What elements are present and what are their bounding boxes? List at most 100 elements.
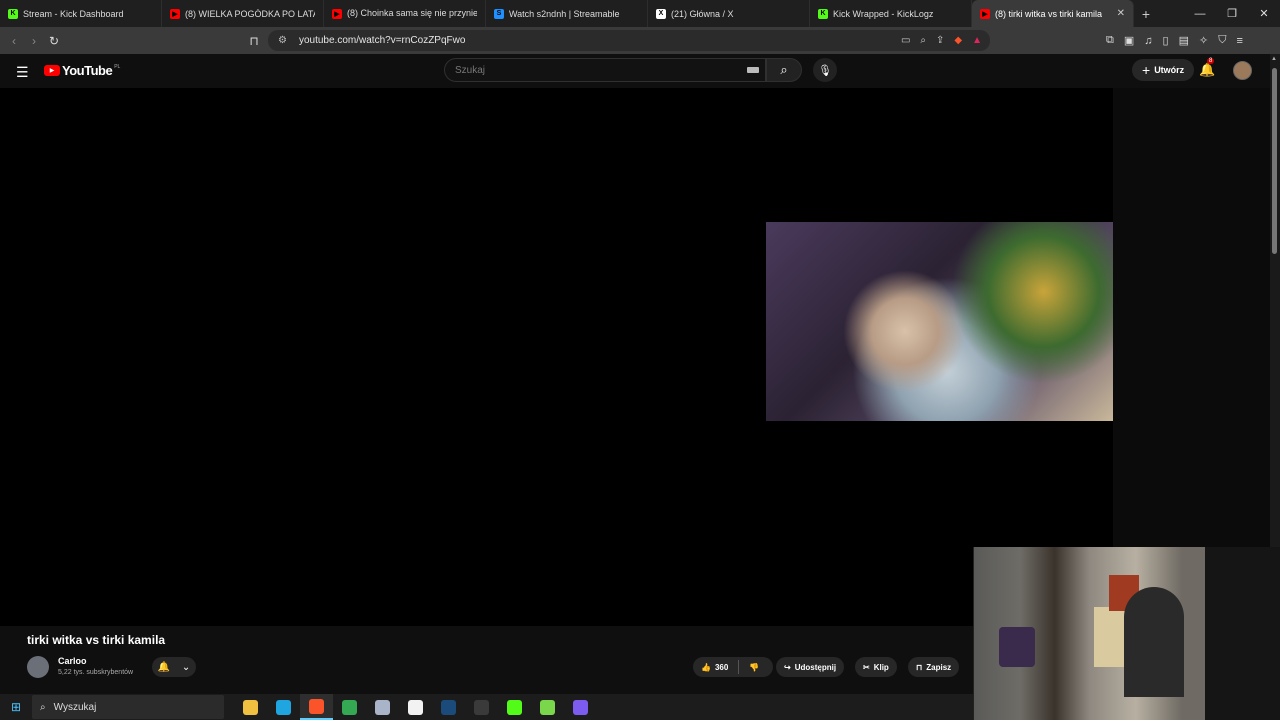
obs-icon[interactable] xyxy=(465,694,498,720)
zoom-icon[interactable]: ⌕ xyxy=(920,35,926,46)
browser-tab[interactable]: X (21) Główna / X xyxy=(648,0,810,27)
browser-tab[interactable]: ▶ (8) tirki witka vs tirki kamila ✕ xyxy=(972,0,1134,27)
tab-favicon-icon: ▶ xyxy=(980,8,990,19)
browser-tab[interactable]: S Watch s2ndnh | Streamable xyxy=(486,0,648,27)
app-glyph xyxy=(309,698,324,714)
search-icon: ⌕ xyxy=(40,701,46,713)
bell-icon: 🔔 xyxy=(1199,62,1216,77)
search-input[interactable]: Szukaj xyxy=(444,58,766,82)
sidebar-icon[interactable]: ▯ xyxy=(1163,34,1169,47)
video-title: tirki witka vs tirki kamila xyxy=(27,633,166,647)
menu-icon[interactable]: ≡ xyxy=(1236,35,1242,47)
steam-icon[interactable] xyxy=(432,694,465,720)
keyboard-icon[interactable] xyxy=(747,67,759,73)
browser-tab[interactable]: K Kick Wrapped - KickLogz xyxy=(810,0,972,27)
restore-icon[interactable]: ❐ xyxy=(1216,0,1248,27)
site-info-icon[interactable]: ⚙ xyxy=(278,35,287,46)
microphone-icon: 🎙 xyxy=(818,64,832,77)
address-toolbar: ‹ › ↻ ⊓ ⚙ youtube.com/watch?v=rnCozZPqFw… xyxy=(0,27,1280,54)
back-icon[interactable]: ‹ xyxy=(4,31,24,51)
new-tab-button[interactable]: + xyxy=(1134,6,1158,22)
divider xyxy=(738,660,740,674)
tab-label: (8) tirki witka vs tirki kamila xyxy=(995,8,1103,19)
clip-button[interactable]: ✂ Klip xyxy=(855,657,897,677)
browser-tab[interactable]: K Stream - Kick Dashboard xyxy=(0,0,162,27)
tab-favicon-icon: K xyxy=(818,8,828,19)
create-button[interactable]: + Utwórz xyxy=(1132,59,1195,81)
discord-icon[interactable] xyxy=(564,694,597,720)
scrollbar-thumb[interactable] xyxy=(1272,68,1277,254)
guide-menu-icon[interactable]: ☰ xyxy=(16,64,29,81)
windows-taskbar: ⊞ ⌕ Wyszukaj xyxy=(0,694,973,720)
bookmark-icon[interactable]: ⊓ xyxy=(244,31,264,51)
notifications-button[interactable]: 🔔 8 xyxy=(1199,58,1216,78)
url-bar[interactable]: ⚙ youtube.com/watch?v=rnCozZPqFwo ▭ ⌕ ⇪ … xyxy=(268,30,990,51)
tab-favicon-icon: K xyxy=(8,8,18,19)
app-glyph xyxy=(243,699,258,715)
reload-icon[interactable]: ↻ xyxy=(44,31,64,51)
search-button[interactable]: ⌕ xyxy=(766,58,802,82)
tab-favicon-icon: ▶ xyxy=(332,8,342,19)
dislike-button[interactable]: 👎 xyxy=(749,663,759,672)
edge-icon[interactable] xyxy=(267,694,300,720)
channel-avatar[interactable] xyxy=(27,656,49,678)
bookmark-icon: ⊓ xyxy=(916,662,923,672)
subscription-bell-button[interactable]: 🔔 ⌄ xyxy=(152,657,196,677)
game-icon[interactable] xyxy=(531,694,564,720)
media-icon[interactable]: ♫ xyxy=(1144,35,1152,47)
leo-ai-icon[interactable]: ✧ xyxy=(1199,34,1208,47)
scroll-up-icon[interactable]: ▲ xyxy=(1271,56,1277,62)
tab-label: (21) Główna / X xyxy=(671,8,734,19)
vpn-icon[interactable]: ⛉ xyxy=(1218,34,1226,47)
save-button[interactable]: ⊓ Zapisz xyxy=(908,657,960,677)
window-controls: — ❐ ✕ xyxy=(1184,0,1280,27)
kick-icon[interactable] xyxy=(498,694,531,720)
youtube-logo[interactable]: ▶ YouTube PL xyxy=(44,63,120,78)
like-dislike-group: 👍 360 👎 xyxy=(693,657,773,677)
thumbs-down-icon: 👎 xyxy=(749,662,760,672)
windows-start-icon[interactable]: ⊞ xyxy=(0,700,32,714)
search-icon: ⌕ xyxy=(780,62,788,77)
brave-icon[interactable] xyxy=(300,694,333,720)
app-glyph xyxy=(276,699,291,715)
account-avatar[interactable] xyxy=(1233,61,1252,80)
app-glyph xyxy=(342,699,357,715)
chrome-icon[interactable] xyxy=(333,694,366,720)
forward-icon[interactable]: › xyxy=(24,31,44,51)
store-icon[interactable] xyxy=(399,694,432,720)
close-tab-icon[interactable]: ✕ xyxy=(1111,8,1125,19)
webcam-side-area xyxy=(1205,547,1280,720)
share-icon[interactable]: ⇪ xyxy=(936,35,944,46)
tab-favicon-icon: X xyxy=(656,8,666,19)
brave-shields-icon[interactable]: ◆ xyxy=(954,35,962,46)
voice-search-button[interactable]: 🎙 xyxy=(813,58,837,82)
close-window-icon[interactable]: ✕ xyxy=(1248,0,1280,27)
browser-tab-bar: K Stream - Kick Dashboard ▶ (8) WIELKA POGÓ… xyxy=(0,0,1280,27)
channel-name[interactable]: Carloo xyxy=(58,656,87,666)
youtube-play-icon: ▶ xyxy=(44,65,60,76)
player-edge xyxy=(1113,88,1270,626)
brave-rewards-icon[interactable]: ▲ xyxy=(972,35,982,46)
file-explorer-icon[interactable] xyxy=(234,694,267,720)
cast-icon[interactable]: ▭ xyxy=(901,35,910,46)
screenshot-icon[interactable]: ▣ xyxy=(1124,34,1134,47)
app-glyph xyxy=(408,699,423,715)
video-frame xyxy=(766,222,1113,421)
like-button[interactable]: 👍 360 xyxy=(701,663,728,672)
share-button[interactable]: ↪ Udostępnij xyxy=(776,657,845,677)
tab-label: Kick Wrapped - KickLogz xyxy=(833,8,934,19)
taskbar-search[interactable]: ⌕ Wyszukaj xyxy=(32,695,224,719)
webcam-chair xyxy=(999,627,1035,667)
browser-tab[interactable]: ▶ (8) Choinka sama się nie przyniesie 🎄 xyxy=(324,0,486,27)
chevron-down-icon: ⌄ xyxy=(181,661,191,673)
wallet-icon[interactable]: ▤ xyxy=(1179,34,1189,47)
video-player[interactable] xyxy=(0,88,1270,626)
app-icon[interactable] xyxy=(366,694,399,720)
minimize-icon[interactable]: — xyxy=(1184,0,1216,27)
tab-label: (8) Choinka sama się nie przyniesie 🎄 xyxy=(347,8,477,18)
browser-tab[interactable]: ▶ (8) WIELKA POGÓDKA PO LATACH ( xyxy=(162,0,324,27)
extensions-icon[interactable]: ⧉ xyxy=(1106,34,1114,47)
bell-icon: 🔔 xyxy=(157,661,171,673)
subscriber-count: 5,22 tys. subskrybentów xyxy=(58,669,134,676)
scissors-icon: ✂ xyxy=(863,662,870,672)
